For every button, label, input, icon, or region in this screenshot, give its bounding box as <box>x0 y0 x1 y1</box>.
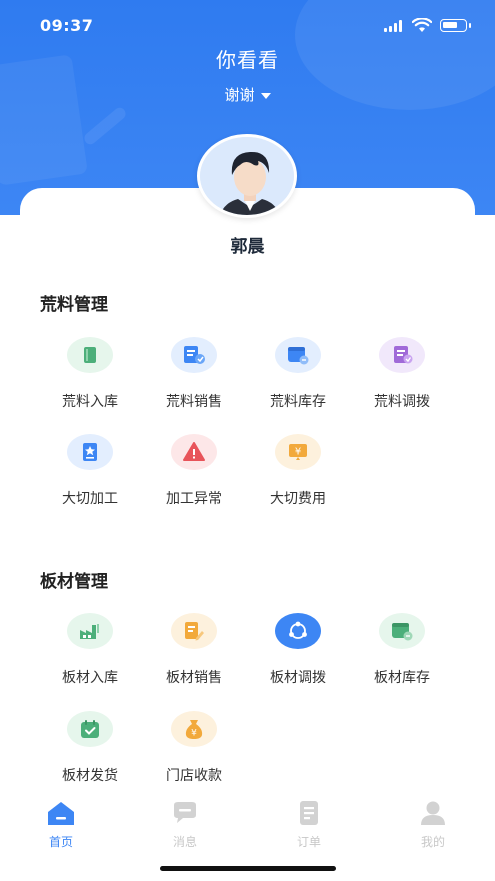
caret-down-icon <box>260 92 271 99</box>
decor-wrench <box>81 105 129 147</box>
menu-item-label: 荒料入库 <box>62 394 118 410</box>
store-selector[interactable]: 谢谢 <box>0 84 495 105</box>
yen-icon: ¥ <box>275 434 321 470</box>
menu-item-label: 大切费用 <box>270 491 326 507</box>
sales-edit-icon <box>171 613 217 649</box>
decor-shape <box>0 54 88 186</box>
menu-item-label: 板材调拨 <box>270 670 326 686</box>
menu-item-slab-inbound[interactable]: 板材入库 <box>38 613 142 687</box>
tab-label: 首页 <box>48 835 73 849</box>
menu-item-label: 板材入库 <box>62 670 118 686</box>
menu-item-slab-shipping[interactable]: 板材发货 <box>38 711 142 785</box>
order-icon <box>300 801 318 825</box>
tab-orders[interactable]: 订单 <box>274 799 344 850</box>
tab-label: 消息 <box>172 835 197 849</box>
menu-item-slab-sales[interactable]: 板材销售 <box>142 613 246 687</box>
menu-item-slab-transfer[interactable]: 板材调拨 <box>246 613 350 687</box>
menu-item-label: 荒料销售 <box>166 394 222 410</box>
menu-item-raw-inventory[interactable]: 荒料库存 <box>246 337 350 411</box>
tab-profile[interactable]: 我的 <box>398 799 468 850</box>
inventory-icon <box>275 337 321 373</box>
book-icon <box>67 337 113 373</box>
message-icon <box>174 802 196 823</box>
menu-item-raw-inbound[interactable]: 荒料入库 <box>38 337 142 411</box>
menu-item-label: 板材库存 <box>374 670 430 686</box>
sales-report-icon <box>171 337 217 373</box>
menu-item-block-processing[interactable]: 大切加工 <box>38 434 142 508</box>
share-circle-icon <box>275 613 321 649</box>
menu-item-label: 大切加工 <box>62 491 118 507</box>
tab-label: 订单 <box>296 835 321 849</box>
warning-icon <box>171 434 217 470</box>
inventory-icon <box>379 613 425 649</box>
menu-item-label: 板材发货 <box>62 768 118 784</box>
signal-icon <box>384 20 404 32</box>
home-indicator <box>160 866 336 871</box>
svg-text:¥: ¥ <box>295 447 301 458</box>
star-doc-icon <box>67 434 113 470</box>
store-selector-label: 谢谢 <box>224 86 255 104</box>
status-bar: 09:37 <box>0 14 495 38</box>
section-title-raw-material: 荒料管理 <box>40 295 108 315</box>
svg-text:¥: ¥ <box>191 729 197 739</box>
tab-home[interactable]: 首页 <box>26 799 96 850</box>
tab-label: 我的 <box>420 835 445 849</box>
status-time: 09:37 <box>40 16 94 35</box>
menu-item-slab-inventory[interactable]: 板材库存 <box>350 613 454 687</box>
menu-item-processing-exception[interactable]: 加工异常 <box>142 434 246 508</box>
calendar-check-icon <box>67 711 113 747</box>
menu-item-block-cost[interactable]: ¥ 大切费用 <box>246 434 350 508</box>
wifi-icon <box>412 18 432 32</box>
battery-icon <box>440 19 471 32</box>
transfer-doc-icon <box>379 337 425 373</box>
factory-icon <box>67 613 113 649</box>
menu-item-label: 板材销售 <box>166 670 222 686</box>
section-title-slab: 板材管理 <box>40 572 108 592</box>
menu-item-label: 加工异常 <box>166 491 222 507</box>
money-bag-icon: ¥ <box>171 711 217 747</box>
menu-item-label: 门店收款 <box>166 768 222 784</box>
menu-item-raw-sales[interactable]: 荒料销售 <box>142 337 246 411</box>
user-name: 郭晨 <box>230 237 265 257</box>
menu-item-label: 荒料库存 <box>270 394 326 410</box>
avatar[interactable] <box>197 134 297 218</box>
menu-item-label: 荒料调拨 <box>374 394 430 410</box>
home-icon <box>48 802 74 825</box>
menu-item-store-payment[interactable]: ¥ 门店收款 <box>142 711 246 785</box>
user-icon <box>421 801 445 825</box>
tab-messages[interactable]: 消息 <box>150 799 220 850</box>
menu-item-raw-transfer[interactable]: 荒料调拨 <box>350 337 454 411</box>
page-title: 你看看 <box>216 48 279 72</box>
